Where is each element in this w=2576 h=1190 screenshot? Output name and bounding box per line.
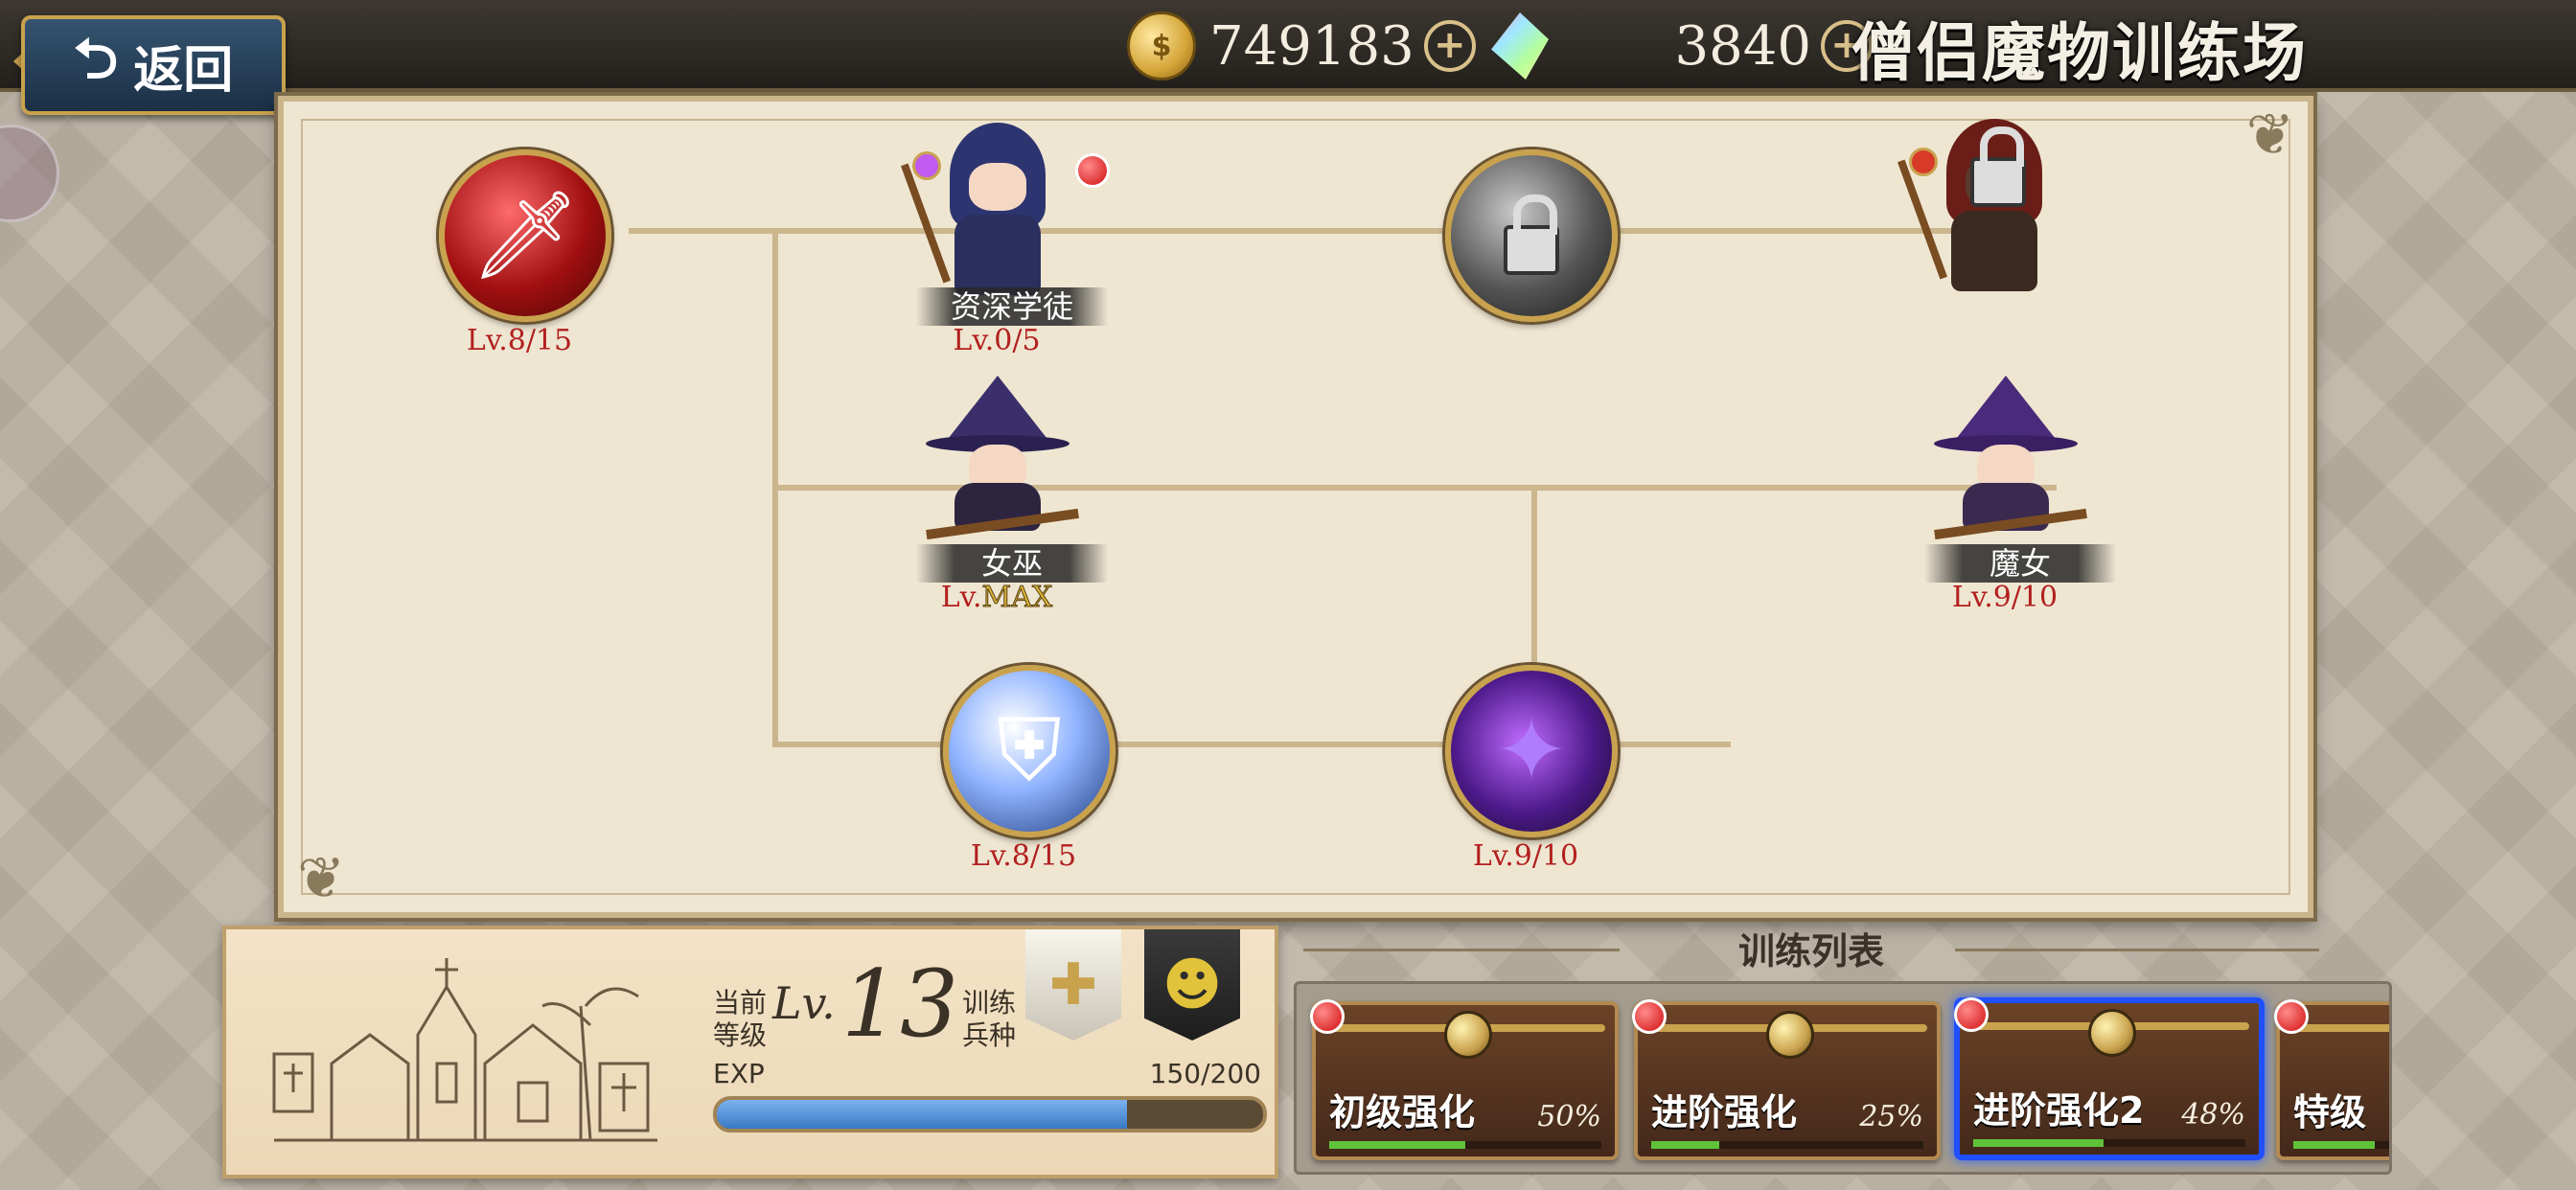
exp-value: 150/200: [1149, 1058, 1261, 1089]
witch-level-prefix: Lv.: [940, 581, 982, 614]
lock-icon: [1445, 149, 1618, 322]
witch-level-max: MAX: [981, 581, 1053, 615]
senior-apprentice-level: Lv.0/5: [953, 324, 1041, 357]
back-label: 返回: [133, 41, 234, 100]
shield-skill-node[interactable]: ⛨: [943, 665, 1116, 837]
monster-class-badge[interactable]: ☻: [1144, 929, 1240, 1041]
training-card-progress: [1973, 1139, 2245, 1147]
senior-apprentice-node[interactable]: [901, 123, 1079, 295]
current-level-label-line2: 等级: [713, 1019, 768, 1051]
training-unit-label-line2: 兵种: [962, 1019, 1017, 1051]
training-card-special[interactable]: 特级: [2274, 999, 2389, 1160]
gold-counter: $ 749183 +: [1127, 10, 1476, 82]
witch-portrait: [916, 376, 1079, 548]
training-card-progress: [2293, 1141, 2389, 1149]
exp-bar: [713, 1096, 1267, 1133]
sword-skill-node[interactable]: 🗡: [439, 149, 611, 322]
locked-unit-portrait: [1898, 119, 2076, 291]
side-menu-icon[interactable]: [0, 125, 59, 222]
witch-node[interactable]: [916, 376, 1079, 548]
return-arrow-icon: ⮌: [73, 25, 119, 91]
training-card-basic[interactable]: 初级强化 50%: [1310, 999, 1619, 1160]
exp-bar-fill: [717, 1100, 1127, 1129]
training-card-name: 进阶强化2: [1973, 1089, 2145, 1132]
page-title: 僧侣魔物训练场: [1852, 16, 2308, 90]
locked-skill-node[interactable]: [1445, 149, 1618, 322]
shadow-skill-node[interactable]: ✦: [1445, 665, 1618, 837]
crystal-icon: [1491, 12, 1549, 80]
training-card-percent: 48%: [2181, 1098, 2245, 1132]
shadow-level: Lv.9/10: [1472, 839, 1579, 873]
witch-name: 女巫: [916, 544, 1108, 583]
sorceress-level: Lv.9/10: [1951, 581, 2058, 614]
notification-dot: [1632, 999, 1667, 1034]
demon-cat-icon: ☻: [1162, 951, 1223, 1018]
shield-icon: ⛨: [943, 665, 1116, 837]
add-gold-button[interactable]: +: [1423, 20, 1476, 72]
skill-tree-board: ❦ ❦ 🗡 Lv.8/15 资深学徒 Lv.0/5 女巫 Lv.MAX 魔女 L…: [278, 96, 2313, 918]
training-card-percent: 25%: [1859, 1100, 1923, 1133]
crystal-value: 3840: [1674, 14, 1811, 78]
training-card-progress-fill: [1973, 1139, 2104, 1147]
exp-label: EXP: [713, 1058, 765, 1089]
training-card-progress-fill: [2293, 1141, 2376, 1149]
shadow-claw-icon: ✦: [1445, 665, 1618, 837]
notification-dot: [1075, 153, 1110, 188]
current-level-label: 当前 等级: [713, 987, 767, 1052]
cross-icon: ✚: [1048, 951, 1098, 1018]
training-card-progress: [1329, 1141, 1601, 1149]
card-knob-icon: [1444, 1011, 1492, 1059]
notification-dot: [1954, 997, 1989, 1032]
corner-ornament-icon: ❦: [2245, 102, 2294, 169]
sorceress-portrait: [1924, 376, 2087, 548]
current-level-value: 13: [841, 950, 959, 1058]
gold-coin-icon: $: [1127, 11, 1196, 80]
training-card-advanced[interactable]: 进阶强化 25%: [1632, 999, 1941, 1160]
lv-prefix: Lv.: [772, 977, 836, 1029]
training-card-progress-fill: [1329, 1141, 1465, 1149]
sword-level: Lv.8/15: [466, 324, 573, 357]
training-list[interactable]: 初级强化 50% 进阶强化 25% 进阶强化2 48% 特级: [1294, 981, 2392, 1175]
training-card-progress-fill: [1651, 1141, 1719, 1149]
training-card-advanced-2[interactable]: 进阶强化2 48%: [1954, 997, 2265, 1160]
notification-dot: [1310, 999, 1345, 1034]
monk-class-badge[interactable]: ✚: [1025, 929, 1121, 1041]
training-card-name: 进阶强化: [1651, 1091, 1798, 1133]
training-card-percent: 50%: [1537, 1100, 1601, 1133]
lock-icon: [1970, 126, 2026, 207]
training-card-progress: [1651, 1141, 1923, 1149]
back-button[interactable]: ⮌ 返回: [21, 15, 286, 115]
training-unit-label-line1: 训练: [962, 987, 1017, 1018]
senior-apprentice-portrait: [901, 123, 1079, 295]
training-card-name: 初级强化: [1329, 1091, 1476, 1133]
gold-value: 749183: [1209, 14, 1414, 78]
training-list-header: 训练列表: [1294, 922, 2329, 975]
training-info-panel: 当前 等级 Lv. 13 训练 兵种 ✚ ☻ EXP 150/200: [222, 926, 1278, 1179]
card-knob-icon: [2088, 1009, 2136, 1057]
training-unit-label: 训练 兵种: [962, 987, 1016, 1052]
current-level-label-line1: 当前: [713, 987, 768, 1018]
locked-unit-node[interactable]: [1898, 119, 2076, 291]
card-knob-icon: [1766, 1011, 1814, 1059]
senior-apprentice-name: 资深学徒: [916, 287, 1108, 326]
training-card-name: 特级: [2293, 1091, 2367, 1133]
shield-level: Lv.8/15: [970, 839, 1077, 873]
tree-line: [629, 228, 1999, 234]
sorceress-node[interactable]: [1924, 376, 2087, 548]
witch-level: Lv.MAX: [891, 581, 1102, 615]
crystal-counter: 3840 +: [1491, 10, 1873, 82]
notification-dot: [2274, 999, 2309, 1034]
sword-icon: 🗡: [439, 149, 611, 322]
graveyard-church-illustration: [272, 958, 657, 1142]
training-list-title: 训练列表: [1737, 930, 1884, 973]
corner-ornament-icon: ❦: [297, 845, 346, 912]
sorceress-name: 魔女: [1924, 544, 2116, 583]
